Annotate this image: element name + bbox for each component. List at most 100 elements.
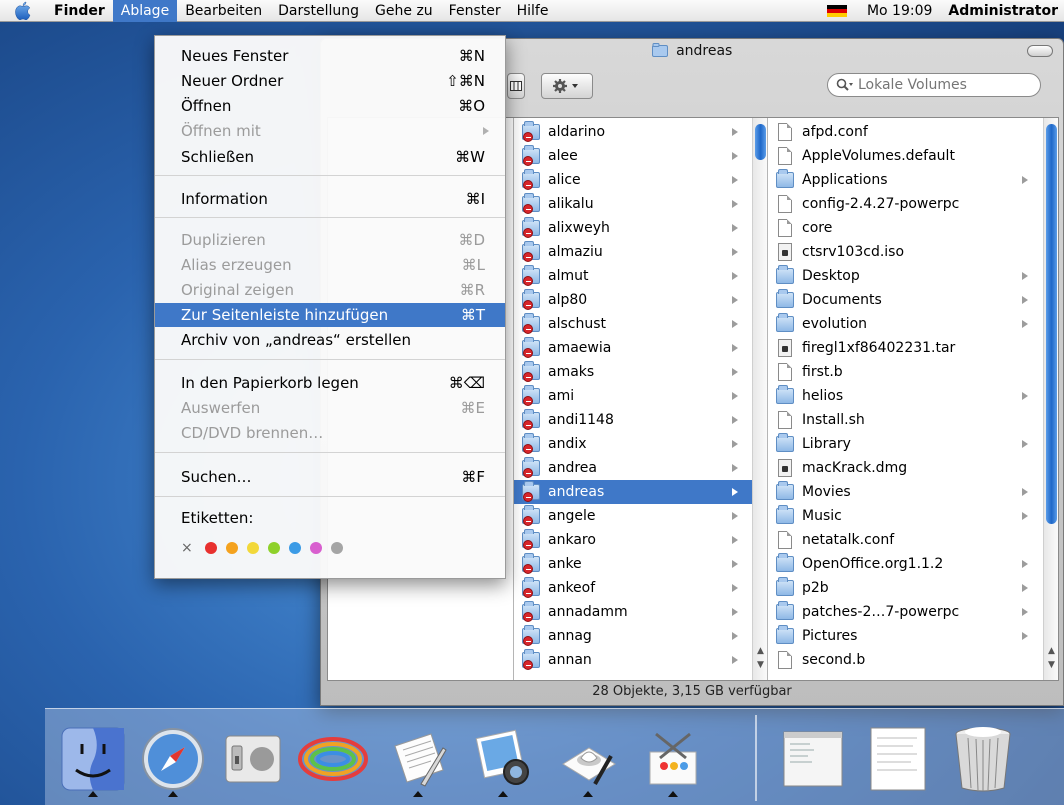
user-folder-row[interactable]: almaziu — [514, 240, 752, 264]
user-folder-row[interactable]: alice — [514, 168, 752, 192]
user-folder-row[interactable]: anke — [514, 552, 752, 576]
label-color-dot[interactable] — [330, 542, 343, 554]
user-folder-row[interactable]: amaks — [514, 360, 752, 384]
dock-iphoto-icon[interactable] — [465, 721, 541, 797]
scroll-up-arrow-icon[interactable]: ▲ — [1044, 644, 1058, 658]
german-flag-icon[interactable] — [826, 5, 847, 17]
files-column-scrollbar[interactable]: ▲ ▼ — [1043, 118, 1058, 680]
label-color-dot[interactable] — [267, 542, 280, 554]
apple-menu-icon[interactable] — [0, 0, 46, 22]
scroll-down-arrow-icon[interactable]: ▼ — [1044, 658, 1058, 672]
menu-item-schliessen[interactable]: Schließen ⌘W — [155, 145, 505, 169]
dock-scissors-icon[interactable] — [635, 721, 711, 797]
folder-row[interactable]: evolution — [768, 312, 1042, 336]
folder-row[interactable]: patches-2…7-powerpc — [768, 600, 1042, 624]
menubar-user[interactable]: Administrator — [940, 0, 1064, 22]
file-row[interactable]: afpd.conf — [768, 120, 1042, 144]
user-folder-row[interactable]: amaewia — [514, 336, 752, 360]
file-row[interactable]: firegl1xf86402231.tar — [768, 336, 1042, 360]
folder-row[interactable]: Applications — [768, 168, 1042, 192]
folder-row[interactable]: Pictures — [768, 624, 1042, 648]
menu-item-zur-seitenleiste[interactable]: Zur Seitenleiste hinzufügen ⌘T — [155, 303, 505, 327]
menu-item-oeffnen[interactable]: Öffnen ⌘O — [155, 94, 505, 118]
dock-safari-icon[interactable] — [135, 721, 211, 797]
user-folder-row[interactable]: andi1148 — [514, 408, 752, 432]
dock-minimized-window-icon[interactable] — [775, 721, 851, 797]
menu-item-information[interactable]: Information ⌘I — [155, 187, 505, 211]
file-row[interactable]: first.b — [768, 360, 1042, 384]
menu-item-oeffnen-mit[interactable]: Öffnen mit — [155, 119, 505, 143]
user-folder-row[interactable]: almut — [514, 264, 752, 288]
file-row[interactable]: macKrack.dmg — [768, 456, 1042, 480]
menu-item-neuer-ordner[interactable]: Neuer Ordner ⇧⌘N — [155, 69, 505, 93]
menu-item-archiv-erstellen[interactable]: Archiv von „andreas“ erstellen — [155, 328, 505, 352]
user-folder-row[interactable]: annag — [514, 624, 752, 648]
menu-item-original-zeigen[interactable]: Original zeigen ⌘R — [155, 278, 505, 302]
user-folder-row[interactable]: angele — [514, 504, 752, 528]
file-row[interactable]: Install.sh — [768, 408, 1042, 432]
menu-item-papierkorb[interactable]: In den Papierkorb legen ⌘⌫ — [155, 371, 505, 395]
menu-finder[interactable]: Finder — [46, 0, 113, 22]
user-folder-row[interactable]: andix — [514, 432, 752, 456]
folder-row[interactable]: Movies — [768, 480, 1042, 504]
label-color-dot[interactable] — [309, 542, 322, 554]
folder-row[interactable]: Documents — [768, 288, 1042, 312]
scroll-up-arrow-icon[interactable]: ▲ — [753, 644, 767, 658]
menu-item-alias-erzeugen[interactable]: Alias erzeugen ⌘L — [155, 253, 505, 277]
menu-item-cd-brennen[interactable]: CD/DVD brennen… — [155, 421, 505, 445]
search-input[interactable] — [858, 77, 1018, 93]
user-folder-row[interactable]: alee — [514, 144, 752, 168]
menu-bearbeiten[interactable]: Bearbeiten — [177, 0, 270, 22]
dock-textedit-icon[interactable] — [380, 721, 456, 797]
user-folder-row[interactable]: alp80 — [514, 288, 752, 312]
label-color-dot[interactable] — [246, 542, 259, 554]
label-clear-icon[interactable]: × — [181, 540, 193, 556]
scroll-thumb[interactable] — [755, 124, 766, 160]
action-menu-button[interactable] — [541, 73, 593, 99]
search-field[interactable] — [827, 73, 1041, 97]
user-folder-row[interactable]: alixweyh — [514, 216, 752, 240]
user-folder-row[interactable]: ami — [514, 384, 752, 408]
file-row[interactable]: config-2.4.27-powerpc — [768, 192, 1042, 216]
label-color-dot[interactable] — [288, 542, 301, 554]
dock-minimized-document-icon[interactable] — [860, 721, 936, 797]
dock-preview-icon[interactable] — [550, 721, 626, 797]
user-folder-row[interactable]: annadamm — [514, 600, 752, 624]
menu-gehe-zu[interactable]: Gehe zu — [367, 0, 441, 22]
menu-item-duplizieren[interactable]: Duplizieren ⌘D — [155, 228, 505, 252]
folder-row[interactable]: Desktop — [768, 264, 1042, 288]
folder-row[interactable]: OpenOffice.org1.1.2 — [768, 552, 1042, 576]
user-folder-row[interactable]: andreas — [514, 480, 752, 504]
file-row[interactable]: netatalk.conf — [768, 528, 1042, 552]
scroll-thumb[interactable] — [1046, 124, 1057, 524]
dock-finder-icon[interactable] — [55, 721, 131, 797]
menu-item-suchen[interactable]: Suchen… ⌘F — [155, 465, 505, 489]
user-folder-row[interactable]: ankeof — [514, 576, 752, 600]
user-folder-row[interactable]: annan — [514, 648, 752, 672]
folder-row[interactable]: Music — [768, 504, 1042, 528]
file-row[interactable]: second.b — [768, 648, 1042, 672]
folder-row[interactable]: helios — [768, 384, 1042, 408]
label-color-dot[interactable] — [204, 542, 217, 554]
menu-darstellung[interactable]: Darstellung — [270, 0, 367, 22]
view-columns-button[interactable] — [507, 73, 525, 99]
folder-row[interactable]: p2b — [768, 576, 1042, 600]
menu-fenster[interactable]: Fenster — [441, 0, 509, 22]
scroll-down-arrow-icon[interactable]: ▼ — [753, 658, 767, 672]
toolbar-toggle-button[interactable] — [1027, 45, 1053, 57]
menubar-clock[interactable]: Mo 19:09 — [859, 0, 940, 22]
users-column-scrollbar[interactable]: ▲ ▼ — [752, 118, 767, 680]
user-folder-row[interactable]: alikalu — [514, 192, 752, 216]
menu-item-auswerfen[interactable]: Auswerfen ⌘E — [155, 396, 505, 420]
file-row[interactable]: core — [768, 216, 1042, 240]
label-color-dot[interactable] — [225, 542, 238, 554]
folder-row[interactable]: Library — [768, 432, 1042, 456]
file-row[interactable]: AppleVolumes.default — [768, 144, 1042, 168]
dock-system-preferences-icon[interactable] — [215, 721, 291, 797]
menu-item-neues-fenster[interactable]: Neues Fenster ⌘N — [155, 44, 505, 68]
file-row[interactable]: ctsrv103cd.iso — [768, 240, 1042, 264]
user-folder-row[interactable]: aldarino — [514, 120, 752, 144]
user-folder-row[interactable]: ankaro — [514, 528, 752, 552]
dock-trash-icon[interactable] — [945, 721, 1021, 797]
user-folder-row[interactable]: andrea — [514, 456, 752, 480]
